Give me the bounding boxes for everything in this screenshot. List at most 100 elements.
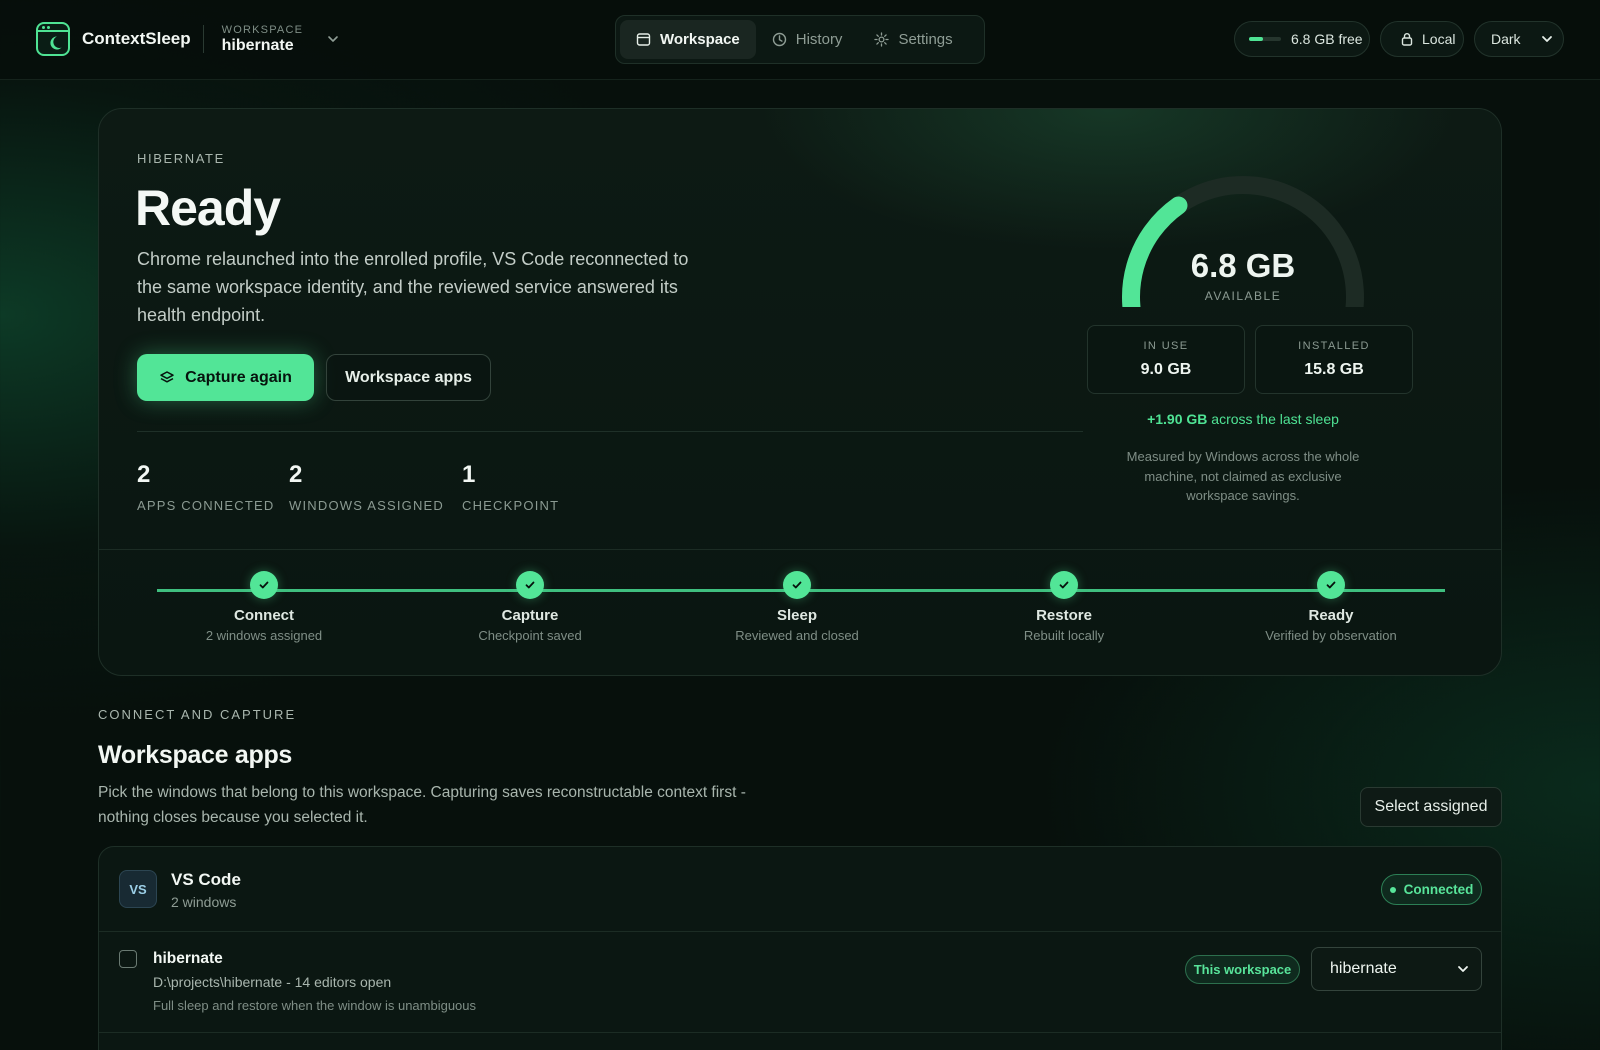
memory-delta: +1.90 GB across the last sleep — [1113, 411, 1373, 427]
tab-history[interactable]: History — [756, 20, 859, 59]
workspace-picker[interactable]: WORKSPACE hibernate — [222, 24, 340, 55]
check-icon — [516, 571, 544, 599]
memory-delta-text: across the last sleep — [1211, 411, 1339, 427]
divider — [137, 431, 1083, 432]
stat-checkpoint: 1 CHECKPOINT — [462, 461, 559, 513]
in-use-label: IN USE — [1143, 340, 1189, 352]
section-description: Pick the windows that belong to this wor… — [98, 784, 746, 826]
memory-available-label: AVAILABLE — [1204, 289, 1282, 303]
this-workspace-badge: This workspace — [1185, 955, 1300, 984]
memory-free-fill — [1249, 37, 1263, 41]
step-subtitle: Reviewed and closed — [735, 628, 859, 643]
select-assigned-button[interactable]: Select assigned — [1360, 787, 1502, 827]
progress-step-capture: Capture Checkpoint saved — [420, 571, 640, 643]
step-subtitle: Checkpoint saved — [478, 628, 582, 643]
status-badge-label: Connected — [1403, 882, 1474, 897]
progress-step-connect: Connect 2 windows assigned — [154, 571, 374, 643]
step-name: Restore — [1036, 607, 1092, 624]
theme-select[interactable]: Dark — [1474, 21, 1564, 57]
app-window-count: 2 windows — [171, 894, 237, 910]
memory-note: Measured by Windows across the whole mac… — [1126, 449, 1360, 503]
installed-value: 15.8 GB — [1304, 361, 1364, 378]
window-name: hibernate — [153, 950, 223, 967]
stat-windows-assigned: 2 WINDOWS ASSIGNED — [289, 461, 444, 513]
progress-step-restore: Restore Rebuilt locally — [954, 571, 1174, 643]
step-name: Sleep — [776, 607, 818, 624]
divider — [99, 549, 1501, 550]
brand-divider — [202, 25, 204, 53]
installed-label: INSTALLED — [1298, 340, 1370, 352]
capture-again-button[interactable]: Capture again — [137, 354, 314, 401]
check-icon — [1317, 571, 1345, 599]
step-name: Capture — [501, 607, 559, 624]
chevron-down-icon — [328, 36, 338, 42]
main-nav-tabs: Workspace History Settings — [615, 15, 985, 64]
stat-apps-connected: 2 APPS CONNECTED — [137, 461, 274, 513]
theme-select-value: Dark — [1491, 31, 1521, 47]
section-title: Workspace apps — [98, 741, 293, 769]
workspace-assign-select[interactable]: hibernate — [1311, 947, 1482, 991]
chevron-down-icon — [1542, 36, 1552, 42]
check-icon — [1050, 571, 1078, 599]
status-eyebrow: HIBERNATE — [137, 151, 225, 166]
step-subtitle: Verified by observation — [1265, 628, 1397, 643]
stat-value: 2 — [137, 461, 151, 488]
status-badge: Connected — [1381, 874, 1482, 905]
tab-workspace[interactable]: Workspace — [620, 20, 756, 59]
stat-label: APPS CONNECTED — [137, 498, 275, 513]
memory-in-use-card: IN USE 9.0 GB — [1087, 325, 1245, 394]
stat-value: 2 — [289, 461, 303, 488]
app-name: VS Code — [171, 870, 241, 889]
stat-value: 1 — [462, 461, 476, 488]
step-subtitle: Rebuilt locally — [1023, 628, 1105, 643]
memory-installed-card: INSTALLED 15.8 GB — [1255, 325, 1413, 394]
app-name: ContextSleep — [82, 29, 191, 48]
section-eyebrow: CONNECT AND CAPTURE — [98, 707, 297, 722]
layers-icon — [160, 370, 174, 383]
gear-icon — [874, 32, 890, 47]
hibernate-status-card: HIBERNATE Ready Chrome relaunched into t… — [98, 108, 1502, 676]
memory-free-bar — [1249, 37, 1281, 41]
stat-label: CHECKPOINT — [462, 498, 560, 513]
divider — [99, 1032, 1501, 1033]
in-use-value: 9.0 GB — [1140, 361, 1192, 378]
workspace-assign-value: hibernate — [1330, 960, 1397, 977]
top-bar: ContextSleep WORKSPACE hibernate Workspa… — [0, 0, 1600, 80]
status-dot-icon — [1389, 886, 1396, 893]
memory-status-pill: 6.8 GB free — [1234, 21, 1370, 57]
step-name: Connect — [234, 607, 294, 624]
chevron-down-icon — [1458, 966, 1468, 972]
workspace-name: hibernate — [221, 36, 294, 54]
tab-workspace-label: Workspace — [660, 31, 740, 48]
workspace-apps-button[interactable]: Workspace apps — [326, 354, 491, 401]
memory-available-value: 6.8 GB — [1190, 247, 1296, 284]
app-card-vscode: VS VS Code 2 windows Connected hibernate… — [98, 846, 1502, 1050]
window-checkbox[interactable] — [119, 950, 137, 968]
window-note: Full sleep and restore when the window i… — [153, 998, 477, 1013]
workspace-label: WORKSPACE — [221, 23, 304, 36]
step-name: Ready — [1308, 607, 1354, 624]
tab-history-label: History — [795, 31, 843, 48]
clock-icon — [772, 32, 786, 47]
status-title: Ready — [135, 180, 281, 236]
memory-free-text: 6.8 GB free — [1291, 31, 1363, 47]
check-icon — [250, 571, 278, 599]
vscode-app-icon: VS — [119, 870, 157, 908]
memory-delta-value: +1.90 GB — [1147, 411, 1208, 427]
window-path: D:\projects\hibernate - 14 editors open — [153, 974, 392, 990]
lock-icon — [1401, 33, 1413, 46]
check-icon — [783, 571, 811, 599]
window-icon — [636, 33, 651, 46]
local-mode-pill[interactable]: Local — [1380, 21, 1464, 57]
status-description: Chrome relaunched into the enrolled prof… — [137, 249, 689, 325]
step-subtitle: 2 windows assigned — [205, 628, 323, 643]
tab-settings-label: Settings — [898, 31, 953, 48]
capture-again-label: Capture again — [185, 368, 292, 386]
local-mode-label: Local — [1422, 31, 1456, 47]
app-logo-icon — [36, 22, 70, 56]
progress-step-ready: Ready Verified by observation — [1221, 571, 1441, 643]
progress-step-sleep: Sleep Reviewed and closed — [687, 571, 907, 643]
tab-settings[interactable]: Settings — [858, 20, 968, 59]
brand: ContextSleep WORKSPACE hibernate — [36, 22, 339, 56]
divider — [99, 931, 1501, 932]
